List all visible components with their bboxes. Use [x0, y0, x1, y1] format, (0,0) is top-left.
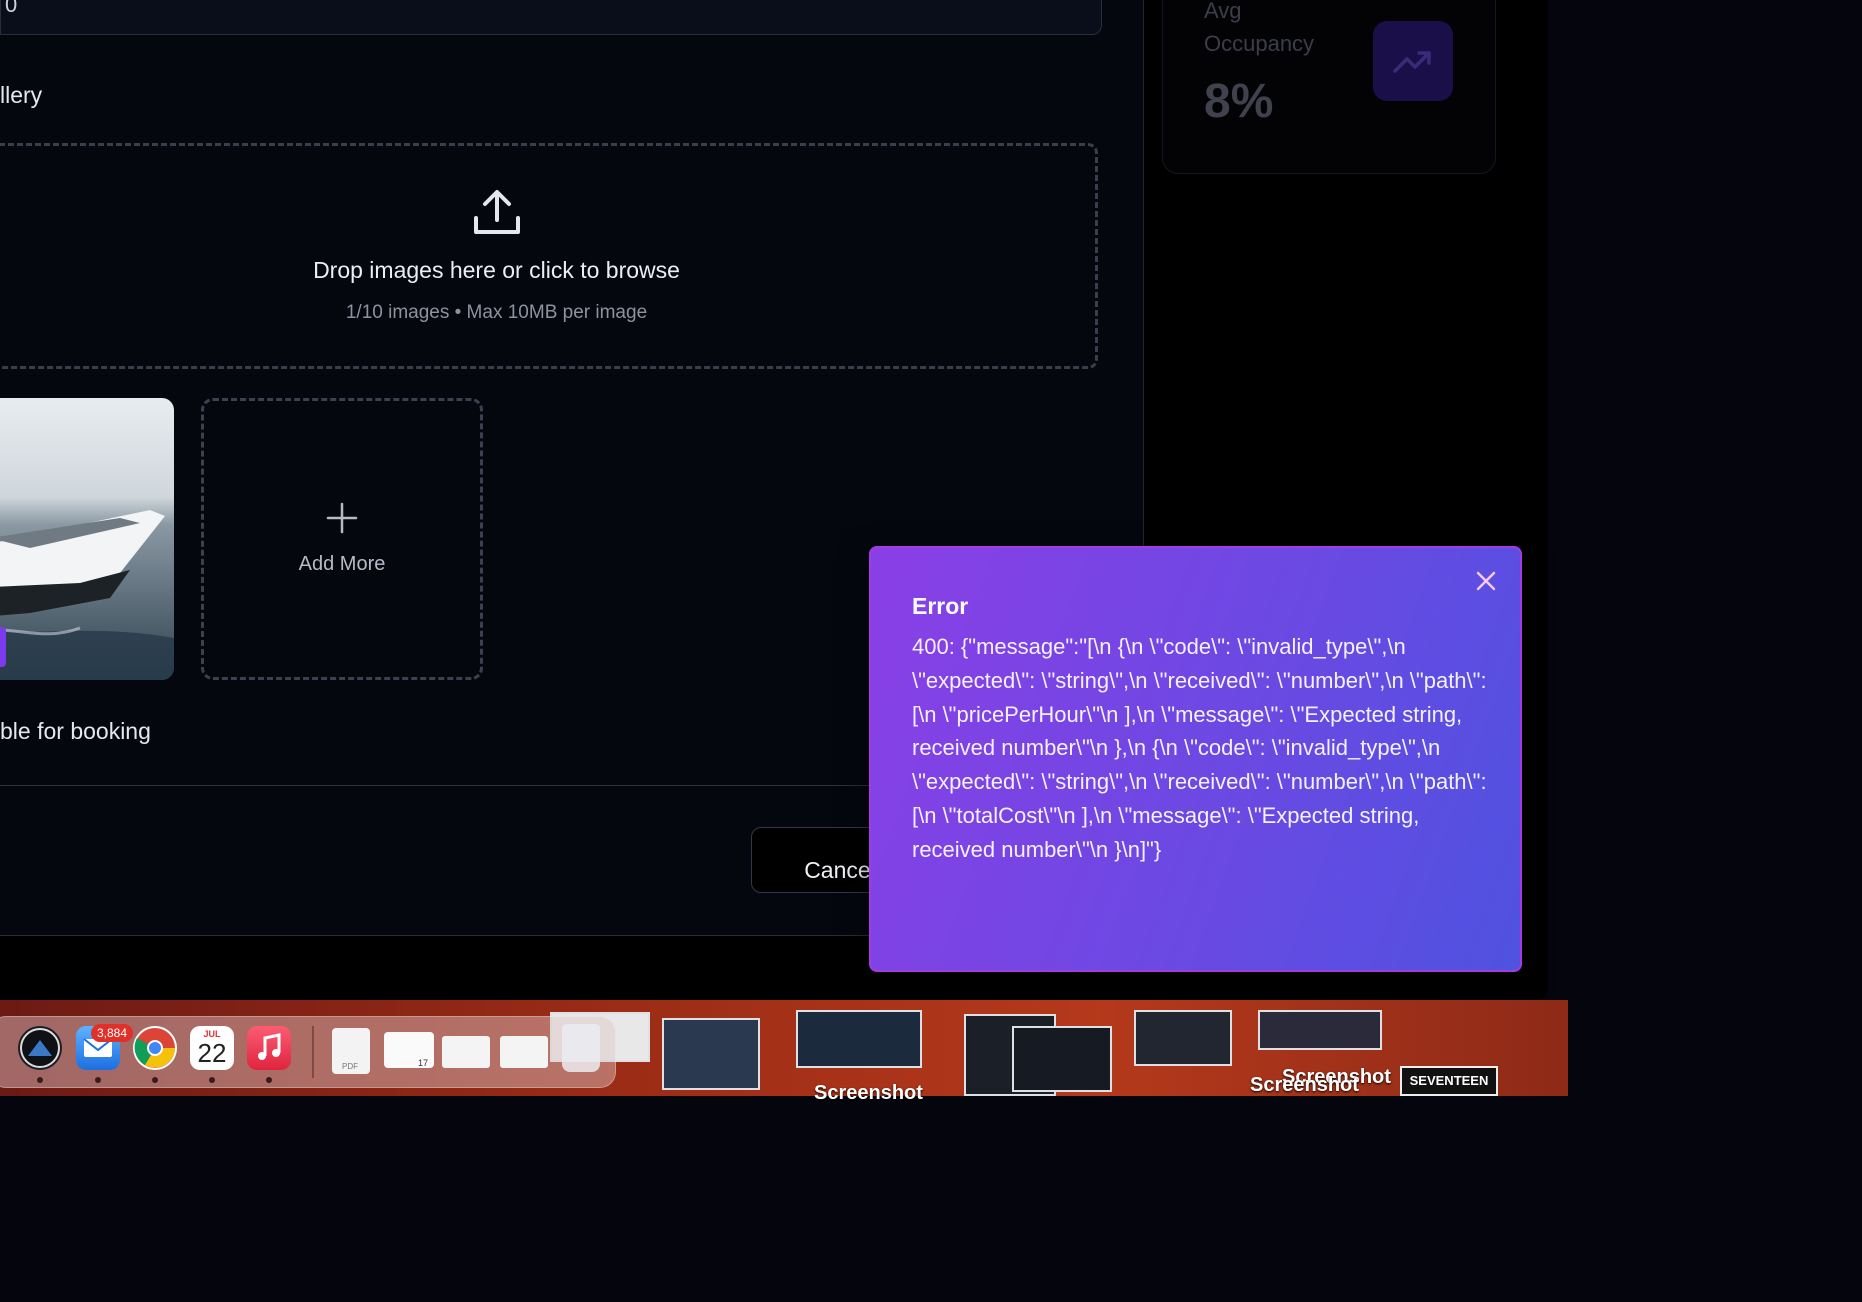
spreadsheet-file-icon[interactable] [500, 1036, 548, 1068]
avg-occupancy-label: Avg Occupancy [1204, 0, 1315, 56]
document-file-icon[interactable]: 17 [384, 1032, 434, 1068]
document-day: 17 [418, 1058, 429, 1068]
app-icon-launcher[interactable] [18, 1026, 62, 1070]
trending-up-icon [1393, 51, 1431, 73]
primary-image-badge [0, 627, 6, 667]
desktop-screenshot-thumbnail[interactable] [662, 1018, 760, 1090]
available-for-booking-label: ble for booking [0, 718, 151, 744]
desktop-screenshot-thumbnail[interactable] [796, 1010, 922, 1068]
running-indicator [37, 1077, 43, 1083]
calendar-day: 22 [197, 1038, 227, 1068]
running-indicator [152, 1077, 158, 1083]
desktop-screenshot-thumbnail[interactable] [1134, 1010, 1232, 1066]
dropzone-title: Drop images here or click to browse [313, 257, 680, 283]
trash-icon[interactable] [562, 1024, 600, 1072]
add-more-button[interactable]: Add More [201, 398, 483, 680]
number-input[interactable]: 0 [0, 0, 1102, 35]
chrome-app-icon[interactable] [133, 1026, 177, 1070]
seventeen-file-thumbnail[interactable]: SEVENTEEN [1400, 1066, 1498, 1096]
dock-separator [312, 1026, 314, 1078]
add-more-label: Add More [298, 553, 386, 575]
close-icon[interactable] [1475, 570, 1497, 592]
screenshot-file-label[interactable]: Screenshot [814, 1082, 923, 1105]
pdf-file-label: PDF [342, 1062, 358, 1071]
mail-unread-badge: 3,884 [91, 1024, 134, 1042]
desktop-screenshot-thumbnail[interactable] [1012, 1026, 1112, 1092]
desktop-screenshot-thumbnail[interactable] [1258, 1010, 1382, 1050]
error-toast-title: Error [912, 593, 969, 619]
number-input-value: 0 [5, 0, 18, 17]
error-toast: Error 400: {"message":"[\n {\n \"code\":… [869, 546, 1522, 972]
running-indicator [266, 1077, 272, 1083]
spreadsheet-file-icon[interactable] [442, 1036, 490, 1068]
music-app-icon[interactable] [247, 1026, 291, 1070]
image-dropzone[interactable] [0, 143, 1098, 369]
plus-icon [326, 502, 358, 534]
avg-occupancy-value: 8% [1204, 75, 1274, 128]
pdf-file-icon[interactable]: PDF [332, 1028, 370, 1074]
running-indicator [95, 1077, 101, 1083]
yacht-image-thumbnail[interactable] [0, 398, 174, 680]
upload-icon [474, 190, 520, 234]
screenshot-file-label-3[interactable]: Screenshot [1250, 1074, 1359, 1097]
error-toast-message: 400: {"message":"[\n {\n \"code\": \"inv… [912, 634, 1487, 862]
dropzone-subtitle: 1/10 images • Max 10MB per image [345, 302, 648, 323]
running-indicator [209, 1077, 215, 1083]
trending-up-icon-container [1373, 21, 1453, 101]
gallery-label: llery [0, 82, 43, 108]
